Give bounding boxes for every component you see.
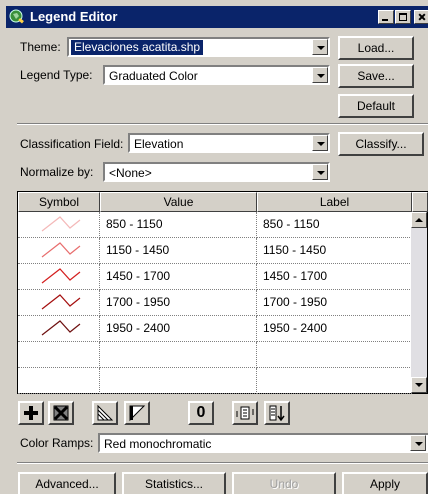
symbol-cell[interactable] [18,342,100,368]
column-header-label[interactable]: Label [257,192,412,212]
undo-button[interactable]: Undo [232,472,336,494]
null-value-icon[interactable]: 0 [188,401,214,425]
label-cell[interactable] [257,342,412,368]
minimize-icon[interactable] [378,10,394,24]
line-symbol-icon [41,242,81,258]
table-row[interactable]: 1450 - 1700 1450 - 1700 [18,264,412,290]
symbol-cell[interactable] [18,368,100,394]
normalize-value: <None> [109,166,152,180]
value-cell[interactable] [100,342,257,368]
line-symbol-icon [41,216,81,232]
legend-editor-window: Legend Editor Theme: Elevaciones acatita… [0,0,428,494]
save-button[interactable]: Save... [338,64,414,88]
classification-field-select[interactable]: Elevation [128,133,330,153]
symbol-cell[interactable] [18,238,100,264]
theme-select[interactable]: Elevaciones acatita.shp [67,37,330,57]
column-header-value[interactable]: Value [100,192,257,212]
color-ramps-select[interactable]: Red monochromatic [98,433,428,453]
load-button[interactable]: Load... [338,36,414,60]
symbol-cell[interactable] [18,264,100,290]
column-header-symbol[interactable]: Symbol [18,192,100,212]
maximize-icon[interactable] [395,10,411,24]
scroll-down-icon[interactable] [411,377,427,393]
line-symbol-icon [41,320,81,336]
normalize-select[interactable]: <None> [103,162,330,182]
classification-label: Classification Field: [20,137,124,151]
symbol-cell[interactable] [18,316,100,342]
label-cell[interactable]: 1700 - 1950 [257,290,412,316]
table-row[interactable] [18,342,412,368]
label-cell[interactable]: 850 - 1150 [257,212,412,238]
color-ramps-label: Color Ramps: [20,436,94,450]
legend-type-select[interactable]: Graduated Color [103,65,330,85]
theme-label: Theme: [20,40,61,54]
close-icon[interactable] [414,10,428,24]
header-corner [412,192,428,212]
normalize-label: Normalize by: [20,165,94,179]
classify-button[interactable]: Classify... [338,132,424,156]
statistics-button[interactable]: Statistics... [122,472,226,494]
label-cell[interactable]: 1950 - 2400 [257,316,412,342]
chevron-down-icon[interactable] [410,435,426,451]
legend-table[interactable]: Symbol Value Label 850 - 1150 850 - 1150 1… [17,191,428,394]
value-cell[interactable]: 850 - 1150 [100,212,257,238]
vertical-scrollbar[interactable] [411,212,427,393]
table-row[interactable] [18,368,412,394]
delete-class-icon[interactable] [48,401,74,425]
table-row[interactable]: 1700 - 1950 1700 - 1950 [18,290,412,316]
sort-icon[interactable] [264,401,290,425]
line-symbol-icon [41,294,81,310]
label-cell[interactable]: 1150 - 1450 [257,238,412,264]
chevron-down-icon[interactable] [312,135,328,151]
window-title: Legend Editor [30,9,118,24]
title-bar[interactable]: Legend Editor [6,6,428,28]
separator [17,462,428,464]
apply-button[interactable]: Apply [342,472,428,494]
add-class-icon[interactable] [18,401,44,425]
advanced-label-icon[interactable] [232,401,258,425]
chevron-down-icon[interactable] [312,39,328,55]
label-cell[interactable] [257,368,412,394]
default-button[interactable]: Default [338,94,414,118]
classification-value: Elevation [134,137,184,151]
chevron-down-icon[interactable] [312,164,328,180]
color-ramps-value: Red monochromatic [104,437,212,451]
value-cell[interactable]: 1700 - 1950 [100,290,257,316]
value-cell[interactable]: 1950 - 2400 [100,316,257,342]
symbol-cell[interactable] [18,212,100,238]
globe-tool-icon [9,9,24,24]
chevron-down-icon[interactable] [312,67,328,83]
separator [17,123,428,125]
flip-symbols-icon[interactable] [92,401,118,425]
table-row[interactable]: 850 - 1150 850 - 1150 [18,212,412,238]
scroll-up-icon[interactable] [411,212,427,228]
value-cell[interactable]: 1450 - 1700 [100,264,257,290]
theme-value: Elevaciones acatita.shp [71,40,204,55]
label-cell[interactable]: 1450 - 1700 [257,264,412,290]
legend-type-label: Legend Type: [20,68,93,82]
advanced-button[interactable]: Advanced... [18,472,116,494]
ramp-icon[interactable] [124,401,150,425]
legend-type-value: Graduated Color [109,69,198,83]
table-row[interactable]: 1950 - 2400 1950 - 2400 [18,316,412,342]
value-cell[interactable] [100,368,257,394]
line-symbol-icon [41,268,81,284]
table-row[interactable]: 1150 - 1450 1150 - 1450 [18,238,412,264]
value-cell[interactable]: 1150 - 1450 [100,238,257,264]
symbol-cell[interactable] [18,290,100,316]
